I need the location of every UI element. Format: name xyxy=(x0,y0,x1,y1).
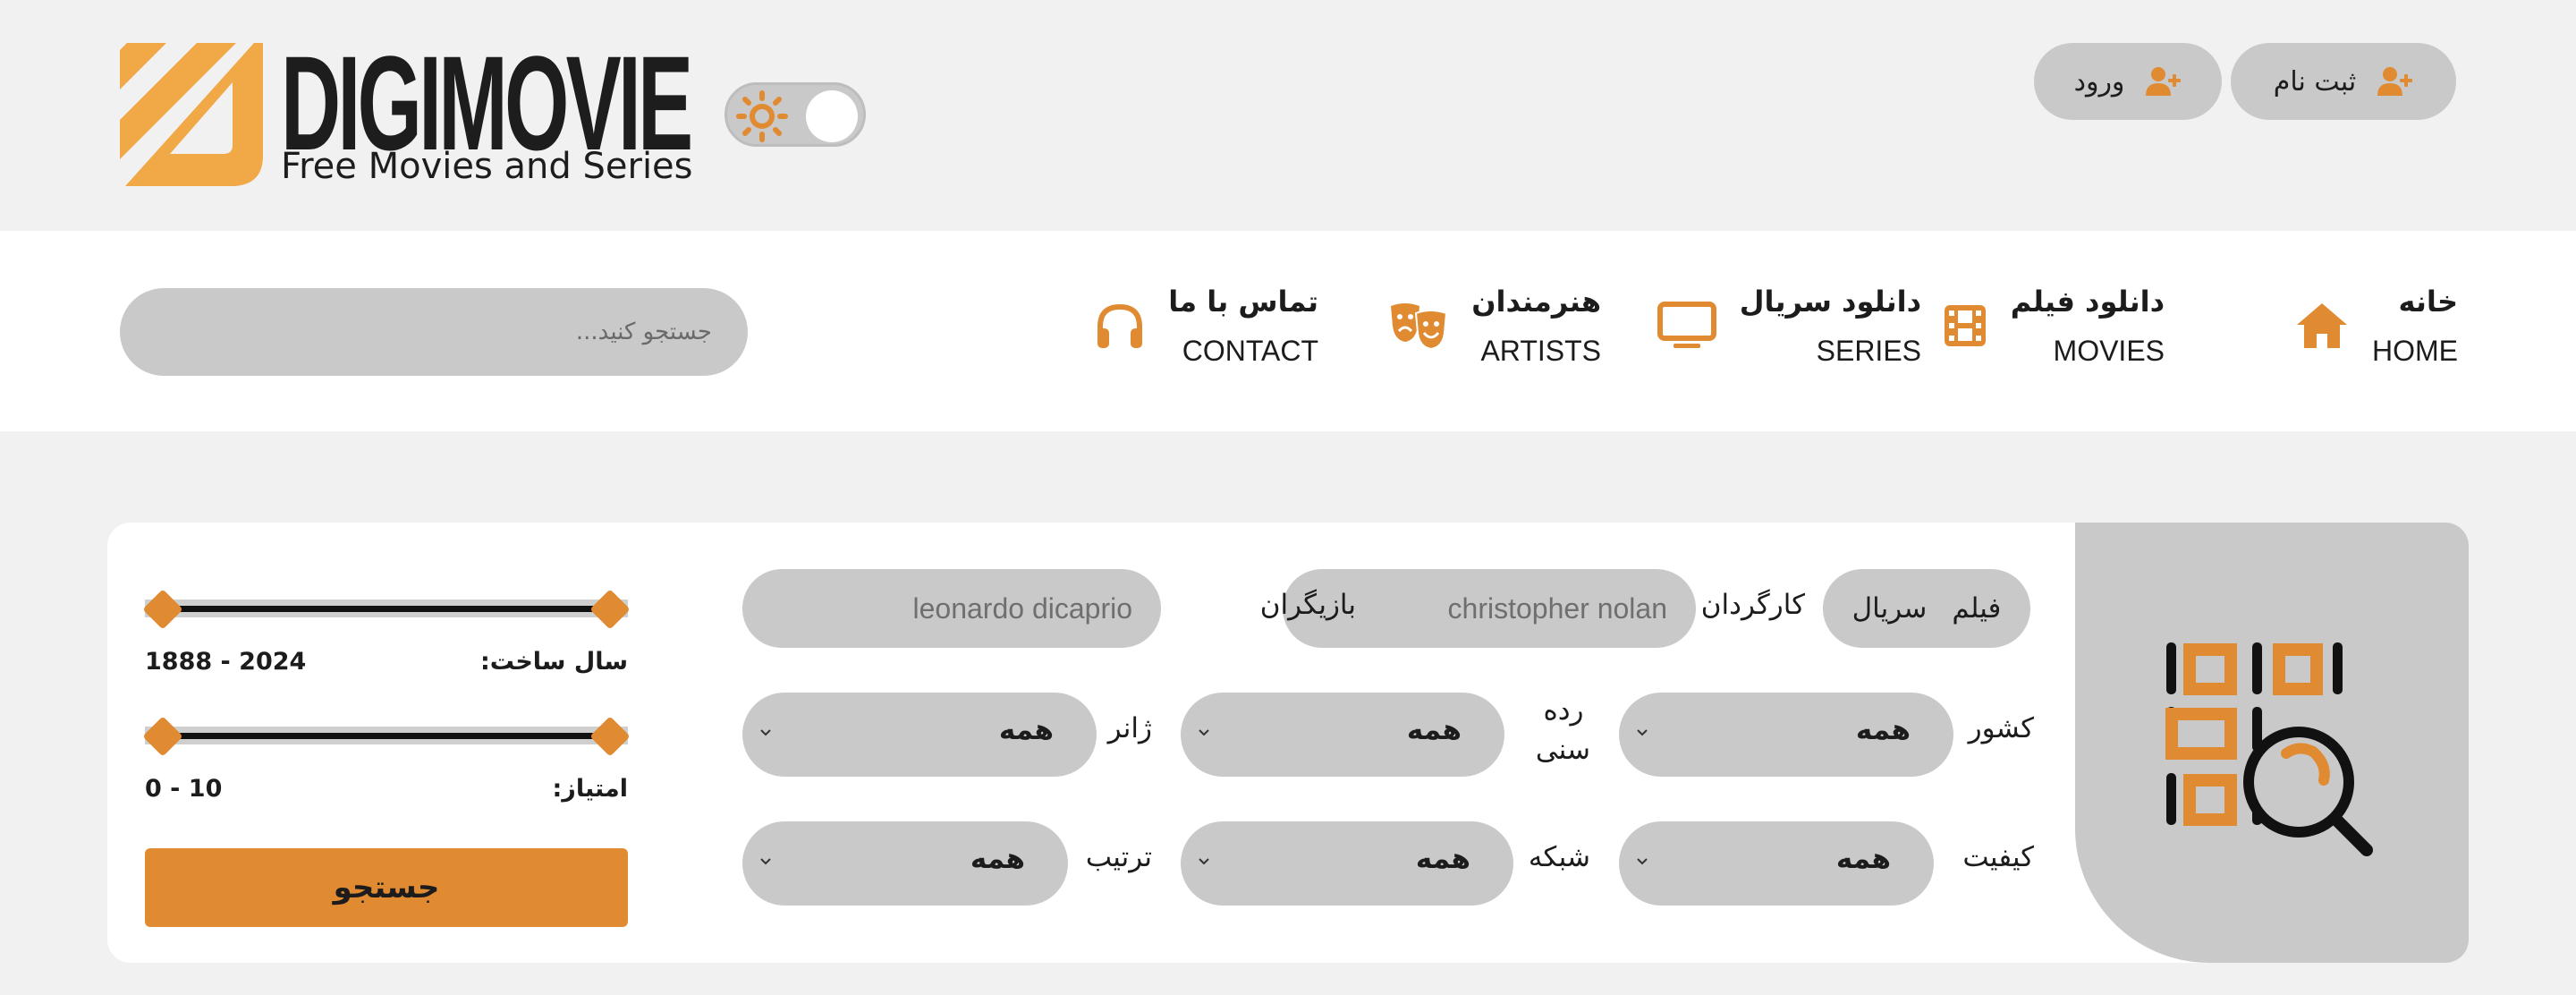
chevron-down-icon xyxy=(1637,729,1648,736)
actors-value: leonardo dicaprio xyxy=(912,591,1133,625)
nav-item-label-en: ARTISTS xyxy=(1480,335,1601,367)
login-button[interactable]: ورود xyxy=(2034,43,2222,120)
actors-field[interactable]: leonardo dicaprio xyxy=(742,569,1161,648)
genre-value: همه xyxy=(998,714,1054,746)
advanced-search-icon xyxy=(2165,642,2373,856)
nav-item-home[interactable]: خانه HOME xyxy=(2295,285,2458,367)
rating-label: امتیاز: xyxy=(552,775,629,803)
country-value: همه xyxy=(1855,714,1911,746)
top-bar: DIGIMOVIE Free Movies and Series ثبت نام xyxy=(0,0,2576,231)
nav-item-label-en: HOME xyxy=(2372,335,2458,367)
sort-value: همه xyxy=(970,843,1025,875)
search-input[interactable] xyxy=(120,288,748,376)
nav-item-movies[interactable]: دانلود فیلم MOVIES xyxy=(1943,285,2165,367)
quality-value: همه xyxy=(1835,843,1891,875)
chevron-down-icon xyxy=(1199,729,1209,736)
toggle-knob xyxy=(806,90,858,142)
user-plus-icon xyxy=(2377,67,2413,96)
slider-fill xyxy=(163,733,610,739)
logo-tagline: Free Movies and Series xyxy=(281,146,693,187)
sort-select[interactable]: همه xyxy=(742,821,1068,906)
sort-label: ترتیب xyxy=(1085,841,1152,873)
panel-illustration xyxy=(2075,523,2469,963)
main-nav: خانه HOME دانلود فیلم MOVIES دانلود سریال S… xyxy=(0,231,2576,431)
country-label: کشور xyxy=(1968,712,2034,744)
logo-mark-icon xyxy=(120,43,263,186)
film-icon xyxy=(1944,305,1986,346)
sun-icon xyxy=(736,90,788,142)
quality-label: کیفیت xyxy=(1962,841,2034,873)
age-rating-value: همه xyxy=(1406,714,1462,746)
network-value: همه xyxy=(1415,843,1470,875)
type-option-series[interactable]: سریال xyxy=(1852,592,1928,625)
year-label: سال ساخت: xyxy=(479,648,628,676)
year-range-slider[interactable] xyxy=(142,589,631,630)
login-label: ورود xyxy=(2073,65,2125,98)
director-label: کارگردان xyxy=(1700,589,1805,621)
nav-item-artists[interactable]: هنرمندان ARTISTS xyxy=(1389,285,1601,367)
nav-item-label-fa: دانلود فیلم xyxy=(2010,285,2165,319)
actors-label: بازیگران xyxy=(1259,589,1356,621)
network-label: شبکه xyxy=(1528,841,1590,873)
register-label: ثبت نام xyxy=(2273,65,2357,98)
headphones-icon xyxy=(1097,303,1143,348)
slider-thumb-min[interactable] xyxy=(142,589,183,630)
nav-item-label-fa: تماس با ما xyxy=(1168,285,1318,319)
age-rating-label: رده سنی xyxy=(1535,694,1590,766)
chevron-down-icon xyxy=(760,858,771,865)
nav-item-label-en: MOVIES xyxy=(2053,335,2165,367)
slider-thumb-max[interactable] xyxy=(589,589,631,630)
director-value: christopher nolan xyxy=(1447,591,1667,625)
chevron-down-icon xyxy=(760,729,771,736)
nav-item-series[interactable]: دانلود سریال SERIES xyxy=(1657,285,1921,367)
nav-item-label-fa: دانلود سریال xyxy=(1739,285,1921,319)
tv-icon xyxy=(1657,302,1716,348)
genre-select[interactable]: همه xyxy=(742,693,1097,777)
age-rating-select[interactable]: همه xyxy=(1181,693,1504,777)
chevron-down-icon xyxy=(1637,858,1648,865)
site-logo[interactable]: DIGIMOVIE Free Movies and Series xyxy=(118,36,708,193)
network-select[interactable]: همه xyxy=(1181,821,1513,906)
theater-masks-icon xyxy=(1391,303,1448,351)
type-toggle: فیلم سریال xyxy=(1823,569,2030,648)
slider-thumb-max[interactable] xyxy=(589,716,631,757)
chevron-down-icon xyxy=(1199,858,1209,865)
theme-toggle[interactable] xyxy=(724,82,866,147)
nav-item-contact[interactable]: تماس با ما CONTACT xyxy=(1095,285,1318,367)
user-plus-icon xyxy=(2146,67,2182,96)
quality-select[interactable]: همه xyxy=(1619,821,1934,906)
type-option-movie[interactable]: فیلم xyxy=(1952,592,2001,625)
rating-range-slider[interactable] xyxy=(142,716,631,757)
genre-label: ژانر xyxy=(1107,712,1152,744)
nav-item-label-en: CONTACT xyxy=(1182,335,1318,367)
country-select[interactable]: همه xyxy=(1619,693,1953,777)
home-icon xyxy=(2297,303,2347,348)
slider-fill xyxy=(163,606,610,612)
nav-item-label-fa: خانه xyxy=(2398,285,2459,319)
slider-thumb-min[interactable] xyxy=(142,716,183,757)
year-range-value: 1888 - 2024 xyxy=(145,648,307,676)
search-submit-button[interactable]: جستجو xyxy=(145,848,628,927)
advanced-search-panel: فیلم سریال کارگردان christopher nolan با… xyxy=(107,523,2469,963)
nav-item-label-fa: هنرمندان xyxy=(1471,285,1601,319)
rating-range-value: 0 - 10 xyxy=(145,775,223,803)
nav-item-label-en: SERIES xyxy=(1816,335,1921,367)
register-button[interactable]: ثبت نام xyxy=(2231,43,2456,120)
